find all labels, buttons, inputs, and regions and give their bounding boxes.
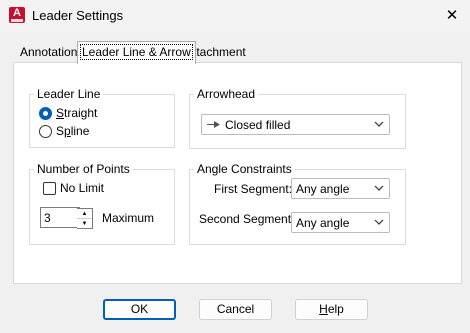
- first-segment-select[interactable]: Any angle: [291, 178, 390, 199]
- close-icon[interactable]: ✕: [440, 4, 464, 28]
- angle-constraints-title: Angle Constraints: [194, 162, 295, 176]
- points-stepper-buttons: ▲ ▼: [77, 208, 93, 229]
- maximum-label: Maximum: [102, 211, 155, 225]
- app-icon-letter: A: [13, 7, 21, 19]
- arrowhead-group-title: Arrowhead: [194, 87, 259, 101]
- spline-label-rest: line: [70, 124, 90, 138]
- chevron-down-icon: [374, 185, 384, 191]
- help-button-mnemonic: H: [319, 302, 328, 316]
- second-segment-value: Any angle: [296, 216, 350, 230]
- stepper-down-icon[interactable]: ▼: [77, 219, 92, 229]
- second-segment-select[interactable]: Any angle: [291, 212, 390, 233]
- straight-radio[interactable]: [39, 107, 52, 120]
- leader-line-group-title: Leader Line: [34, 87, 104, 101]
- straight-label-rest: traight: [64, 106, 98, 120]
- chevron-down-icon: [374, 121, 384, 127]
- help-button[interactable]: Help: [295, 299, 368, 320]
- window-title: Leader Settings: [32, 8, 124, 23]
- number-of-points-title: Number of Points: [34, 162, 133, 176]
- second-segment-label: Second Segment:: [199, 212, 295, 226]
- arrowhead-select[interactable]: Closed filled: [201, 114, 390, 135]
- ok-button[interactable]: OK: [103, 299, 176, 320]
- no-limit-checkbox[interactable]: [43, 182, 56, 195]
- first-segment-label: First Segment:: [214, 182, 293, 196]
- tab-leader-line-arrow[interactable]: Leader Line & Arrow: [77, 41, 196, 64]
- no-limit-label[interactable]: No Limit: [60, 181, 104, 195]
- spline-label-mnemonic: p: [64, 124, 71, 138]
- tab-annotation[interactable]: Annotation: [17, 44, 80, 62]
- spline-label-pre: S: [56, 124, 65, 138]
- points-stepper-value: 3: [44, 211, 51, 225]
- cancel-button[interactable]: Cancel: [199, 299, 272, 320]
- first-segment-value: Any angle: [296, 182, 350, 196]
- spline-label[interactable]: Spline: [56, 124, 89, 138]
- straight-label[interactable]: Straight: [56, 106, 97, 120]
- points-stepper[interactable]: 3 ▲ ▼: [40, 207, 93, 229]
- tab-leader-line-arrow-label: Leader Line & Arrow: [80, 44, 193, 60]
- stepper-up-icon[interactable]: ▲: [77, 209, 92, 219]
- help-button-rest: elp: [327, 302, 344, 316]
- straight-label-mnemonic: S: [56, 106, 65, 120]
- chevron-down-icon: [374, 219, 384, 225]
- arrowhead-select-value: Closed filled: [225, 118, 291, 132]
- leader-line-group: [29, 94, 175, 148]
- autocad-app-icon: A: [9, 7, 25, 23]
- spline-radio[interactable]: [39, 125, 52, 138]
- closed-filled-arrow-icon: [207, 121, 220, 128]
